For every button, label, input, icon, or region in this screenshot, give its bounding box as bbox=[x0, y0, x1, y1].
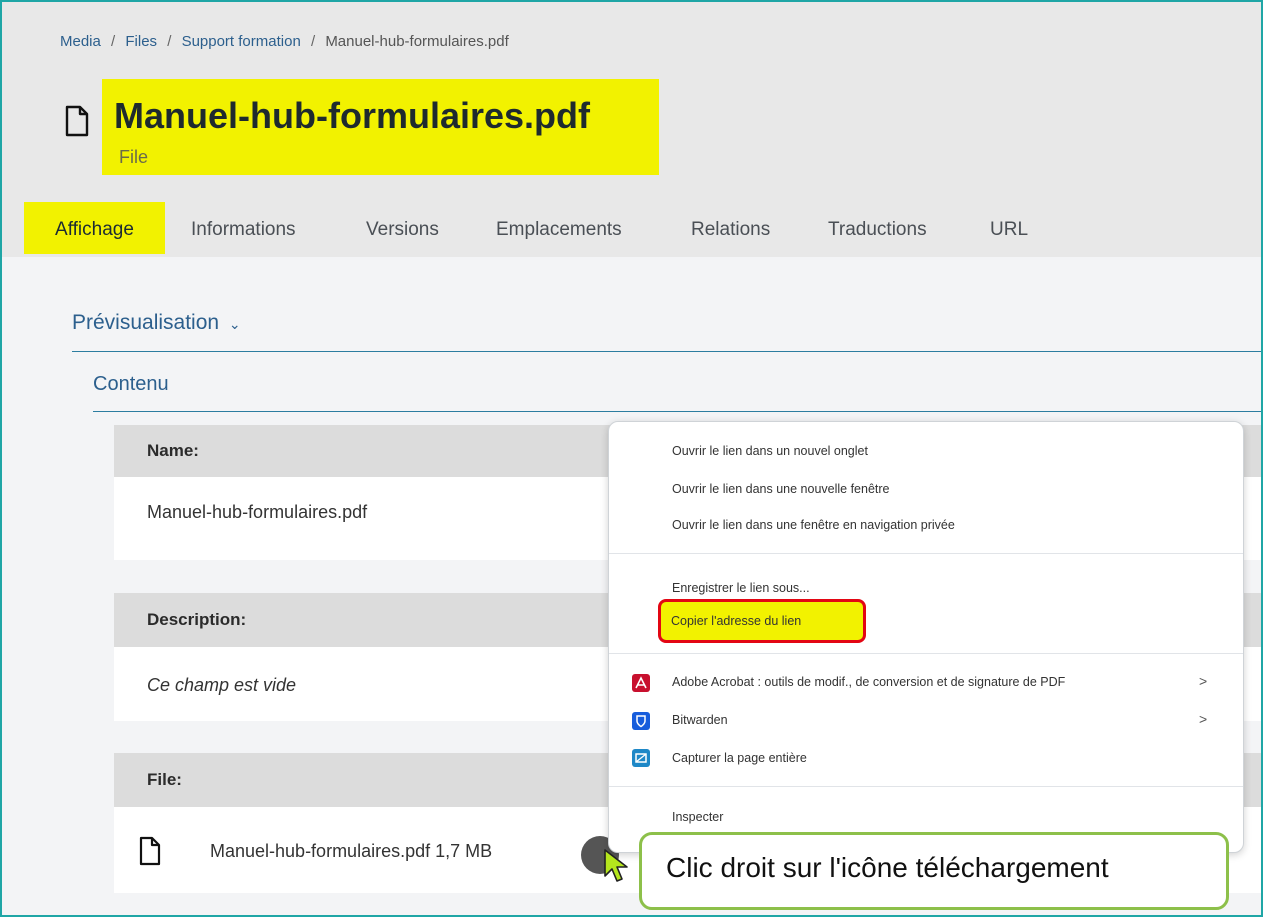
menu-item-open-new-tab[interactable]: Ouvrir le lien dans un nouvel onglet bbox=[672, 444, 868, 458]
menu-item-capture-full-page[interactable]: Capturer la page entière bbox=[672, 751, 807, 765]
preview-toggle[interactable]: Prévisualisation ⌄ bbox=[72, 311, 241, 335]
breadcrumb-separator: / bbox=[310, 33, 316, 50]
tab-url[interactable]: URL bbox=[990, 202, 1028, 254]
menu-item-open-new-window[interactable]: Ouvrir le lien dans une nouvelle fenêtre bbox=[672, 482, 890, 496]
divider bbox=[93, 411, 1261, 412]
breadcrumb-support-formation[interactable]: Support formation bbox=[182, 33, 301, 50]
file-link[interactable]: Manuel-hub-formulaires.pdf 1,7 MB bbox=[210, 841, 492, 862]
file-icon bbox=[65, 105, 89, 137]
mouse-cursor-icon bbox=[604, 849, 628, 882]
tab-traductions[interactable]: Traductions bbox=[828, 202, 927, 254]
menu-item-copy-link-address[interactable]: Copier l'adresse du lien bbox=[671, 614, 801, 628]
tab-versions[interactable]: Versions bbox=[366, 202, 439, 254]
page-header: Media / Files / Support formation / Manu… bbox=[2, 2, 1261, 257]
menu-separator bbox=[609, 553, 1243, 554]
instruction-callout-text: Clic droit sur l'icône téléchargement bbox=[666, 852, 1109, 883]
capture-page-icon bbox=[632, 749, 650, 767]
bitwarden-icon bbox=[632, 712, 650, 730]
divider bbox=[72, 351, 1261, 352]
chevron-down-icon: ⌄ bbox=[228, 316, 241, 332]
menu-item-adobe-acrobat[interactable]: Adobe Acrobat : outils de modif., de con… bbox=[672, 675, 1065, 689]
file-icon bbox=[139, 836, 161, 866]
menu-separator bbox=[609, 786, 1243, 787]
chevron-right-icon: > bbox=[1199, 711, 1208, 727]
menu-item-open-private-window[interactable]: Ouvrir le lien dans une fenêtre en navig… bbox=[672, 518, 955, 532]
menu-separator bbox=[609, 653, 1243, 654]
breadcrumb-current: Manuel-hub-formulaires.pdf bbox=[325, 33, 509, 50]
chevron-right-icon: > bbox=[1199, 673, 1208, 689]
menu-item-save-link-as[interactable]: Enregistrer le lien sous... bbox=[672, 581, 810, 595]
breadcrumb-separator: / bbox=[111, 33, 116, 50]
content-section-title: Contenu bbox=[93, 373, 169, 395]
menu-item-inspect[interactable]: Inspecter bbox=[672, 810, 723, 824]
tab-emplacements[interactable]: Emplacements bbox=[496, 202, 622, 254]
page-title: Manuel-hub-formulaires.pdf bbox=[114, 95, 590, 136]
adobe-acrobat-icon bbox=[632, 674, 650, 692]
menu-item-bitwarden[interactable]: Bitwarden bbox=[672, 713, 728, 727]
page-subtitle: File bbox=[119, 147, 149, 167]
breadcrumb-separator: / bbox=[167, 33, 172, 50]
breadcrumb-media[interactable]: Media bbox=[60, 33, 101, 50]
app-frame: Media / Files / Support formation / Manu… bbox=[0, 0, 1263, 917]
tab-informations[interactable]: Informations bbox=[191, 202, 296, 254]
tab-affichage[interactable]: Affichage bbox=[24, 202, 165, 254]
description-field-value: Ce champ est vide bbox=[147, 675, 297, 695]
preview-label: Prévisualisation bbox=[72, 311, 220, 334]
breadcrumb-files[interactable]: Files bbox=[125, 33, 157, 50]
name-field-value: Manuel-hub-formulaires.pdf bbox=[147, 502, 368, 522]
breadcrumb: Media / Files / Support formation / Manu… bbox=[60, 33, 509, 50]
tab-relations[interactable]: Relations bbox=[691, 202, 770, 254]
